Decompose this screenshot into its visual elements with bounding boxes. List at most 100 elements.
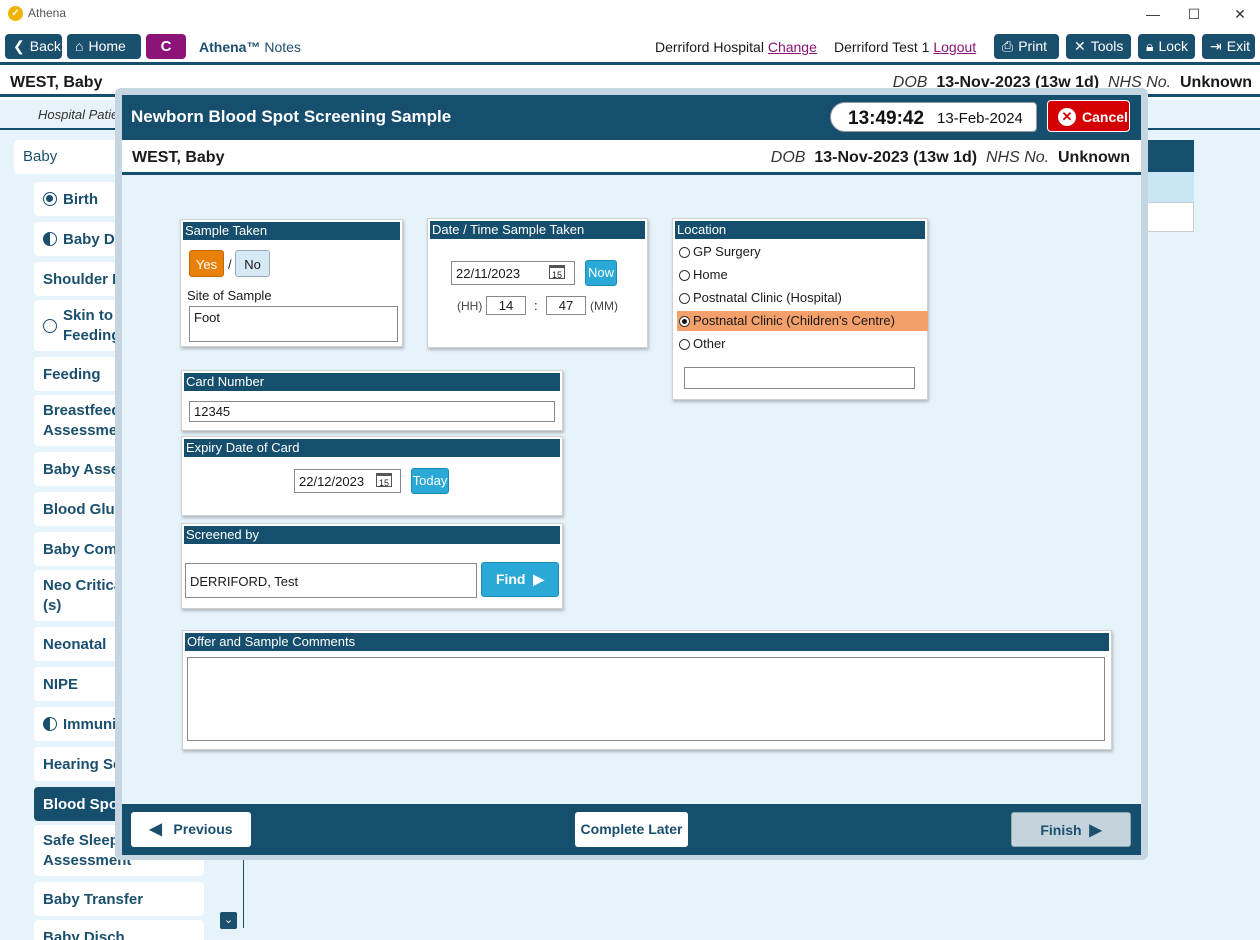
hospital-patient-label: Hospital Patie <box>38 107 119 122</box>
now-button[interactable]: Now <box>585 260 617 286</box>
sidebar-item-label-line2: (s) <box>43 596 62 614</box>
previous-button[interactable]: ◀ Previous <box>131 812 251 847</box>
panel-header: Expiry Date of Card <box>184 439 560 457</box>
logout-link[interactable]: Logout <box>933 39 976 55</box>
chevron-left-icon: ❮ <box>13 38 25 54</box>
radio-icon[interactable] <box>679 292 690 304</box>
print-button[interactable]: ⎙ Print <box>994 34 1059 59</box>
complete-later-button[interactable]: Complete Later <box>575 812 688 847</box>
c-button[interactable]: C <box>146 34 186 59</box>
brand-name: Athena™ <box>199 39 261 55</box>
calendar-icon[interactable]: 15 <box>549 265 565 280</box>
exit-label: Exit <box>1226 38 1251 54</box>
sidebar-item-label: Feeding <box>43 365 101 383</box>
radio-icon[interactable] <box>679 338 690 350</box>
user-name: Derriford Test 1 <box>834 39 930 55</box>
lock-label: Lock <box>1158 38 1189 54</box>
find-label: Find <box>495 571 526 587</box>
sidebar-item-label: Birth <box>63 190 98 208</box>
calendar-icon[interactable]: 15 <box>376 473 392 488</box>
minute-field[interactable]: 47 <box>546 296 586 315</box>
site-of-sample-field[interactable]: Foot <box>189 306 398 342</box>
mm-label: (MM) <box>590 299 618 313</box>
finish-label: Finish <box>1040 822 1082 838</box>
brand-suffix: Notes <box>264 39 301 55</box>
sidebar-item[interactable]: Baby Disch <box>34 920 204 940</box>
nhs-label: NHS No. <box>985 149 1050 166</box>
hospital-name: Derriford Hospital <box>655 39 764 55</box>
window-titlebar: ✓ Athena — ☐ ✕ <box>0 0 1260 28</box>
play-right-icon: ▶ <box>1089 822 1102 839</box>
sidebar-item-label-line2: Feeding <box>63 326 121 344</box>
back-button[interactable]: ❮ Back <box>5 34 62 59</box>
print-label: Print <box>1018 38 1047 54</box>
sidebar-item-label: NIPE <box>43 675 79 693</box>
site-of-sample-label: Site of Sample <box>187 288 272 303</box>
finish-button[interactable]: Finish ▶ <box>1011 812 1131 847</box>
location-option[interactable]: Home <box>677 265 928 285</box>
maximize-icon[interactable]: ☐ <box>1184 4 1204 24</box>
table-row[interactable] <box>1140 172 1194 202</box>
tools-icon: ✕ <box>1074 38 1086 54</box>
cancel-button[interactable]: ✕ Cancel <box>1047 100 1130 132</box>
radio-icon[interactable] <box>679 269 690 281</box>
location-option-label: Postnatal Clinic (Hospital) <box>693 290 842 305</box>
time-colon: : <box>534 298 538 313</box>
exit-button[interactable]: ⇥ Exit <box>1202 34 1255 59</box>
nhs-value: Unknown <box>1180 74 1252 91</box>
home-button[interactable]: ⌂ Home <box>67 34 141 59</box>
chevron-down-icon[interactable]: ⌄ <box>220 912 237 929</box>
location-option-label: GP Surgery <box>693 244 761 259</box>
location-option[interactable]: Postnatal Clinic (Children's Centre) <box>677 311 928 331</box>
location-option[interactable]: Other <box>677 334 928 354</box>
location-panel: Location GP Surgery Home Postnatal Clinic … <box>672 218 928 400</box>
other-location-field[interactable] <box>684 367 915 389</box>
location-option[interactable]: Postnatal Clinic (Hospital) <box>677 288 928 308</box>
date-time-panel: Date / Time Sample Taken 22/11/2023 15 N… <box>427 218 648 348</box>
main-toolbar: ❮ Back ⌂ Home C Athena™ Notes Derriford Ho… <box>0 28 1260 65</box>
lock-button[interactable]: 🔒︎ Lock <box>1138 34 1195 59</box>
app-brand: Athena™ Notes <box>199 39 301 55</box>
clock-time: 13:49:42 <box>848 108 925 129</box>
location-option-label: Home <box>693 267 728 282</box>
screened-by-field[interactable]: DERRIFORD, Test <box>185 563 477 598</box>
comments-textarea[interactable] <box>187 657 1105 741</box>
modal-footer: ◀ Previous Complete Later Finish ▶ <box>122 804 1141 855</box>
today-button[interactable]: Today <box>411 468 449 494</box>
expiry-date-panel: Expiry Date of Card 22/12/2023 15 Today <box>181 436 563 516</box>
dob-label: DOB <box>770 149 806 166</box>
radio-icon[interactable] <box>679 315 690 327</box>
sidebar-item-label: Baby Comr <box>43 540 124 558</box>
card-number-panel: Card Number 12345 <box>181 370 563 431</box>
modal-title: Newborn Blood Spot Screening Sample <box>131 107 452 126</box>
yes-button[interactable]: Yes <box>189 250 224 277</box>
modal-patient-name: WEST, Baby <box>132 149 225 166</box>
app-logo-icon: ✓ <box>8 6 23 21</box>
window-title: Athena <box>28 6 67 20</box>
sidebar-item-label-line1: Breastfeedi <box>43 401 125 419</box>
exit-icon: ⇥ <box>1210 38 1222 54</box>
card-number-field[interactable]: 12345 <box>189 401 555 422</box>
location-option[interactable]: GP Surgery <box>677 242 928 262</box>
panel-header: Sample Taken <box>183 222 400 240</box>
radio-status-icon <box>43 318 57 333</box>
tools-label: Tools <box>1090 38 1124 54</box>
hour-field[interactable]: 14 <box>486 296 526 315</box>
table-row[interactable] <box>1140 202 1194 232</box>
find-button[interactable]: Find ▶ <box>481 562 559 597</box>
printer-icon: ⎙ <box>1002 38 1014 54</box>
panel-header: Card Number <box>184 373 560 391</box>
no-button[interactable]: No <box>235 250 270 277</box>
sidebar-item-label: Neo Critica (s) <box>43 576 122 616</box>
change-hospital-link[interactable]: Change <box>768 39 817 55</box>
minimize-icon[interactable]: — <box>1143 4 1163 24</box>
close-icon[interactable]: ✕ <box>1230 4 1250 24</box>
sidebar-item-label: Breastfeedi Assessmen <box>43 401 126 441</box>
sidebar-item[interactable]: Baby Transfer <box>34 882 204 916</box>
dob-value: 13-Nov-2023 (13w 1d) <box>814 149 978 166</box>
radio-icon[interactable] <box>679 246 690 258</box>
hh-label: (HH) <box>457 299 483 313</box>
patient-name: WEST, Baby <box>10 74 103 91</box>
tools-button[interactable]: ✕ Tools <box>1066 34 1131 59</box>
yes-no-separator: / <box>228 257 232 272</box>
